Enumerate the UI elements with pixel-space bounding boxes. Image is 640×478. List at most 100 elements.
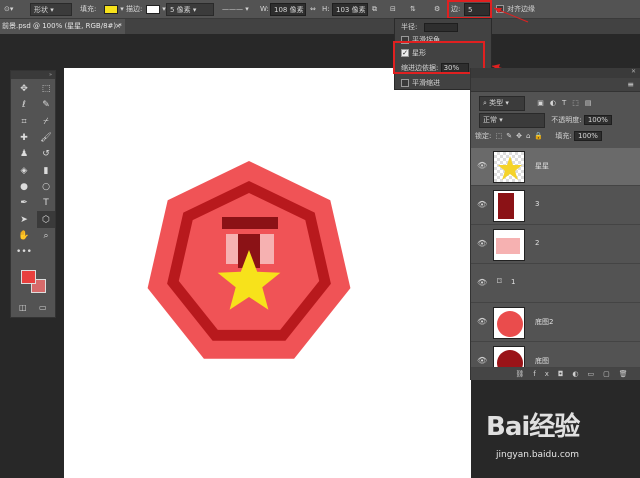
height-label: H: [322, 5, 330, 13]
layers-panel-footer: ⛓fx◘◐▭▢🗑 [471, 368, 640, 380]
document-tab-title: 前景.psd @ 100% (星星, RGB/8#) * [2, 22, 122, 30]
fill-color-icon [104, 4, 118, 14]
ribbon-bar [222, 217, 278, 229]
color-swatches[interactable] [19, 268, 51, 298]
layer-name: 底图2 [535, 318, 554, 326]
zoom-tool-icon[interactable]: ⌕ [37, 228, 55, 244]
layer-thumbnail-fill [496, 238, 520, 254]
layer-row[interactable]: 👁 ⌑ 1 [471, 265, 640, 303]
lock-icons[interactable]: ⬚✎✥⌂🔒 [496, 132, 548, 140]
width-label: W: [260, 5, 269, 13]
layer-row[interactable]: 👁 星星 [471, 148, 640, 186]
layers-panel-close-icon[interactable]: ✕ [631, 68, 636, 75]
blend-row: 正常 ▾ 不透明度: 100% [471, 113, 640, 128]
layer-thumbnail [493, 229, 525, 261]
layers-footer-icons[interactable]: ⛓fx◘◐▭▢🗑 [515, 370, 636, 378]
opacity-field[interactable]: 100% [583, 115, 612, 125]
layer-thumbnail-fill [497, 350, 523, 367]
smooth-indent-option[interactable]: 平滑缩进 [395, 77, 440, 89]
foreground-color-swatch[interactable] [21, 270, 36, 284]
layer-fill-field[interactable]: 100% [573, 131, 602, 141]
more-tools-icon[interactable]: ••• [15, 244, 33, 260]
tool-preset-icon[interactable]: ⊙▾ [4, 3, 13, 16]
layer-name: 2 [535, 239, 540, 247]
path-align-icon[interactable]: ⊟ [390, 3, 396, 16]
badge-artwork [147, 161, 351, 359]
visibility-eye-icon[interactable]: 👁 [477, 239, 487, 248]
document-tab[interactable]: 前景.psd @ 100% (星星, RGB/8#) * × [0, 19, 125, 34]
path-selection-tool-icon[interactable]: ➤ [15, 211, 33, 227]
dodge-tool-icon[interactable]: ○ [37, 179, 55, 195]
blur-tool-icon[interactable]: ● [15, 179, 33, 195]
layer-filter-value: 类型 [489, 99, 504, 107]
baidu-watermark: Bai经验 jingyan.baidu.com [484, 402, 614, 474]
layers-panel-tabs: ≡ [471, 78, 640, 92]
layer-name: 1 [511, 278, 516, 286]
path-ops-icon[interactable]: ⧉ [372, 3, 377, 16]
layer-name: 星星 [535, 162, 549, 170]
gear-icon[interactable]: ⚙ [434, 3, 440, 16]
width-field[interactable]: 108 像素 [270, 3, 306, 16]
fill-label: 填充: [80, 5, 97, 13]
layer-filter-icons[interactable]: ▣◐T⬚▤ [537, 99, 597, 107]
stroke-type-dropdown[interactable]: ——— ▾ [222, 3, 249, 16]
stroke-swatch[interactable]: ▾ [146, 3, 166, 16]
layer-thumbnail [493, 346, 525, 367]
layers-panel-header: ✕ [471, 68, 640, 78]
move-tool-icon[interactable]: ✥ [15, 81, 33, 97]
crop-tool-icon[interactable]: ⌗ [15, 114, 33, 130]
options-bar: ⊙▾ 形状 ▾ 填充: ▾ 描边: ▾ 5 像素 ▾ ——— ▾ W: 108 … [0, 0, 640, 19]
tools-panel: » ✥ ⬚ ℓ ✎ ⌗ ⌿ ✚ 🖌 ♟ ↺ ◈ ▮ ● ○ ✒ T ➤ ⬡ ✋ … [10, 70, 56, 318]
radius-field[interactable] [423, 22, 458, 32]
panel-menu-icon[interactable]: ≡ [627, 80, 634, 89]
brush-tool-icon[interactable]: 🖌 [37, 130, 55, 146]
polygon-tool-icon[interactable]: ⬡ [37, 211, 55, 228]
layer-thumbnail [493, 190, 525, 222]
group-folder-icon: ⌑ [497, 277, 502, 287]
layer-thumbnail [493, 307, 525, 339]
quick-mask-icon[interactable]: ◫ [19, 303, 27, 312]
eraser-tool-icon[interactable]: ◈ [15, 162, 33, 178]
healing-brush-tool-icon[interactable]: ✚ [15, 130, 33, 146]
visibility-eye-icon[interactable]: 👁 [477, 278, 487, 287]
visibility-eye-icon[interactable]: 👁 [477, 161, 487, 170]
visibility-eye-icon[interactable]: 👁 [477, 356, 487, 365]
screen-mode-icon[interactable]: ▭ [39, 303, 47, 312]
layer-name: 底图 [535, 357, 549, 365]
fill-swatch[interactable]: ▾ [104, 3, 124, 16]
marquee-tool-icon[interactable]: ⬚ [37, 81, 55, 97]
layer-filter-dropdown[interactable]: ⌕ 类型 ▾ [479, 96, 525, 111]
stroke-size-field[interactable]: 5 像素 ▾ [166, 3, 214, 16]
layer-row[interactable]: 👁 2 [471, 226, 640, 264]
close-tab-icon[interactable]: × [115, 19, 121, 34]
eyedropper-tool-icon[interactable]: ⌿ [37, 114, 55, 130]
layer-row[interactable]: 👁 3 [471, 187, 640, 225]
layer-row[interactable]: 👁 底图 [471, 343, 640, 368]
layer-row[interactable]: 👁 底图2 [471, 304, 640, 342]
radius-label: 半径: [401, 23, 418, 31]
pen-tool-icon[interactable]: ✒ [15, 195, 33, 211]
type-tool-icon[interactable]: T [37, 195, 55, 211]
mode-dropdown[interactable]: 形状 ▾ [30, 3, 72, 16]
tools-panel-collapse-icon[interactable]: » [11, 71, 55, 79]
link-icon[interactable]: ⇔ [310, 3, 316, 16]
clone-stamp-tool-icon[interactable]: ♟ [15, 146, 33, 162]
document-canvas[interactable] [64, 68, 471, 478]
height-field[interactable]: 103 像素 [332, 3, 368, 16]
stroke-size-value: 5 像素 [170, 6, 191, 14]
lock-label: 锁定: [475, 132, 492, 140]
blend-mode-dropdown[interactable]: 正常 ▾ [479, 113, 545, 128]
layer-name: 3 [535, 200, 540, 208]
magic-wand-tool-icon[interactable]: ✎ [37, 97, 55, 113]
mode-value: 形状 [34, 6, 48, 14]
history-brush-tool-icon[interactable]: ↺ [37, 146, 55, 162]
visibility-eye-icon[interactable]: 👁 [477, 200, 487, 209]
lasso-tool-icon[interactable]: ℓ [15, 97, 33, 113]
opacity-label: 不透明度: [551, 116, 582, 124]
visibility-eye-icon[interactable]: 👁 [477, 317, 487, 326]
layer-thumbnail-fill [497, 311, 523, 337]
gradient-tool-icon[interactable]: ▮ [37, 162, 55, 178]
path-arrange-icon[interactable]: ⇅ [410, 3, 416, 16]
smooth-indent-checkbox[interactable] [401, 79, 409, 87]
hand-tool-icon[interactable]: ✋ [15, 228, 33, 244]
